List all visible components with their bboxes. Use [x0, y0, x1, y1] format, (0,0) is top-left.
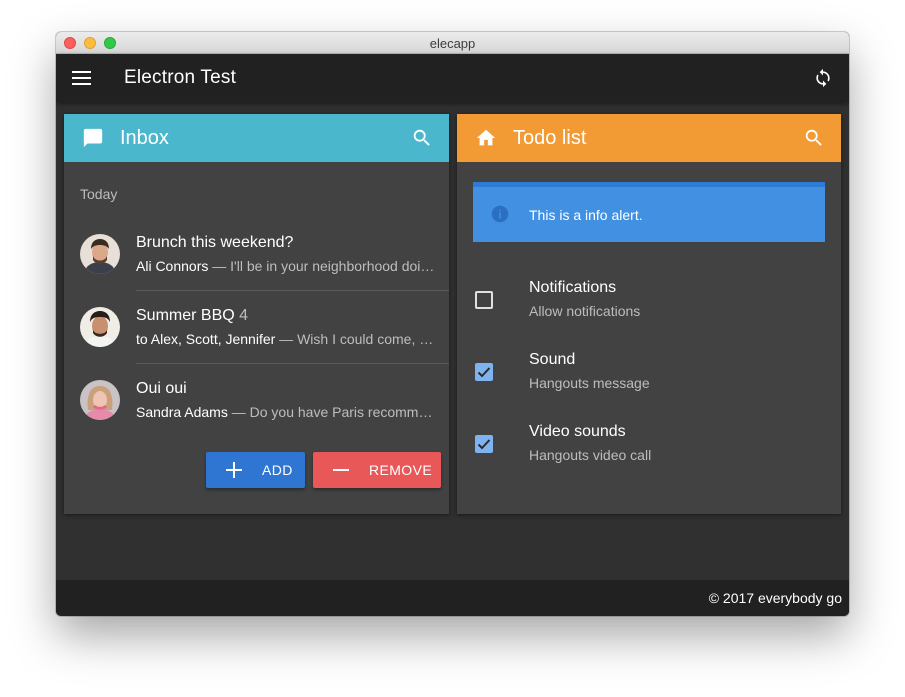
todo-title: Todo list	[513, 127, 587, 149]
inbox-card: Inbox Today Brunch this weekend? Ali Con…	[64, 114, 449, 514]
plus-icon	[226, 462, 242, 478]
avatar	[80, 307, 120, 347]
footer-copyright: © 2017 everybody go	[708, 590, 842, 606]
footer: © 2017 everybody go	[56, 580, 849, 616]
check-icon	[477, 367, 491, 378]
message-title: Oui oui	[136, 380, 187, 397]
todo-item-title: Sound	[529, 351, 576, 368]
message-preview: to Alex, Scott, Jennifer — Wish I could …	[136, 331, 436, 347]
app-bar: Electron Test	[56, 54, 849, 102]
todo-item-video-sounds[interactable]: Video sounds Hangouts video call	[457, 423, 841, 495]
todo-card: Todo list This is a info alert. Notifica…	[457, 114, 841, 514]
todo-item-sound[interactable]: Sound Hangouts message	[457, 351, 841, 423]
sync-icon[interactable]	[813, 68, 833, 88]
info-icon	[491, 205, 509, 223]
app-title: Electron Test	[124, 67, 237, 88]
app-window: elecapp Electron Test Inbox Today Brunch…	[56, 32, 849, 616]
minus-icon	[333, 462, 349, 478]
window-title: elecapp	[429, 36, 476, 51]
list-item[interactable]: Oui oui Sandra Adams — Do you have Paris…	[64, 360, 449, 432]
search-icon[interactable]	[803, 127, 825, 149]
message-title: Summer BBQ 4	[136, 307, 249, 324]
todo-item-subtitle: Hangouts video call	[529, 447, 652, 463]
info-alert: This is a info alert.	[473, 182, 825, 242]
video-sounds-checkbox[interactable]	[475, 435, 493, 453]
todo-header: Todo list	[457, 114, 841, 162]
message-preview: Ali Connors — I'll be in your neighborho…	[136, 258, 436, 274]
menu-icon[interactable]	[72, 71, 91, 85]
alert-text: This is a info alert.	[529, 207, 643, 223]
message-title: Brunch this weekend?	[136, 234, 294, 251]
todo-item-subtitle: Allow notifications	[529, 303, 641, 319]
chat-icon	[82, 127, 104, 149]
avatar	[80, 234, 120, 274]
todo-item-title: Video sounds	[529, 423, 626, 440]
remove-button-label: REMOVE	[369, 462, 433, 478]
inbox-header: Inbox	[64, 114, 449, 162]
add-button-label: ADD	[262, 462, 293, 478]
inbox-title: Inbox	[120, 127, 169, 149]
check-icon	[477, 439, 491, 450]
avatar	[80, 380, 120, 420]
todo-item-title: Notifications	[529, 279, 617, 296]
remove-button[interactable]: REMOVE	[313, 452, 441, 488]
add-button[interactable]: ADD	[206, 452, 305, 488]
window-titlebar[interactable]: elecapp	[56, 32, 849, 54]
sound-checkbox[interactable]	[475, 363, 493, 381]
list-item[interactable]: Brunch this weekend? Ali Connors — I'll …	[64, 214, 449, 286]
home-icon	[475, 127, 497, 149]
notifications-checkbox[interactable]	[475, 291, 493, 309]
list-subheader: Today	[80, 186, 118, 202]
message-preview: Sandra Adams — Do you have Paris recomme…	[136, 404, 436, 420]
todo-item-subtitle: Hangouts message	[529, 375, 650, 391]
todo-item-notifications[interactable]: Notifications Allow notifications	[457, 279, 841, 351]
list-item[interactable]: Summer BBQ 4 to Alex, Scott, Jennifer — …	[64, 287, 449, 359]
message-count-badge: 4	[239, 307, 249, 324]
search-icon[interactable]	[411, 127, 433, 149]
